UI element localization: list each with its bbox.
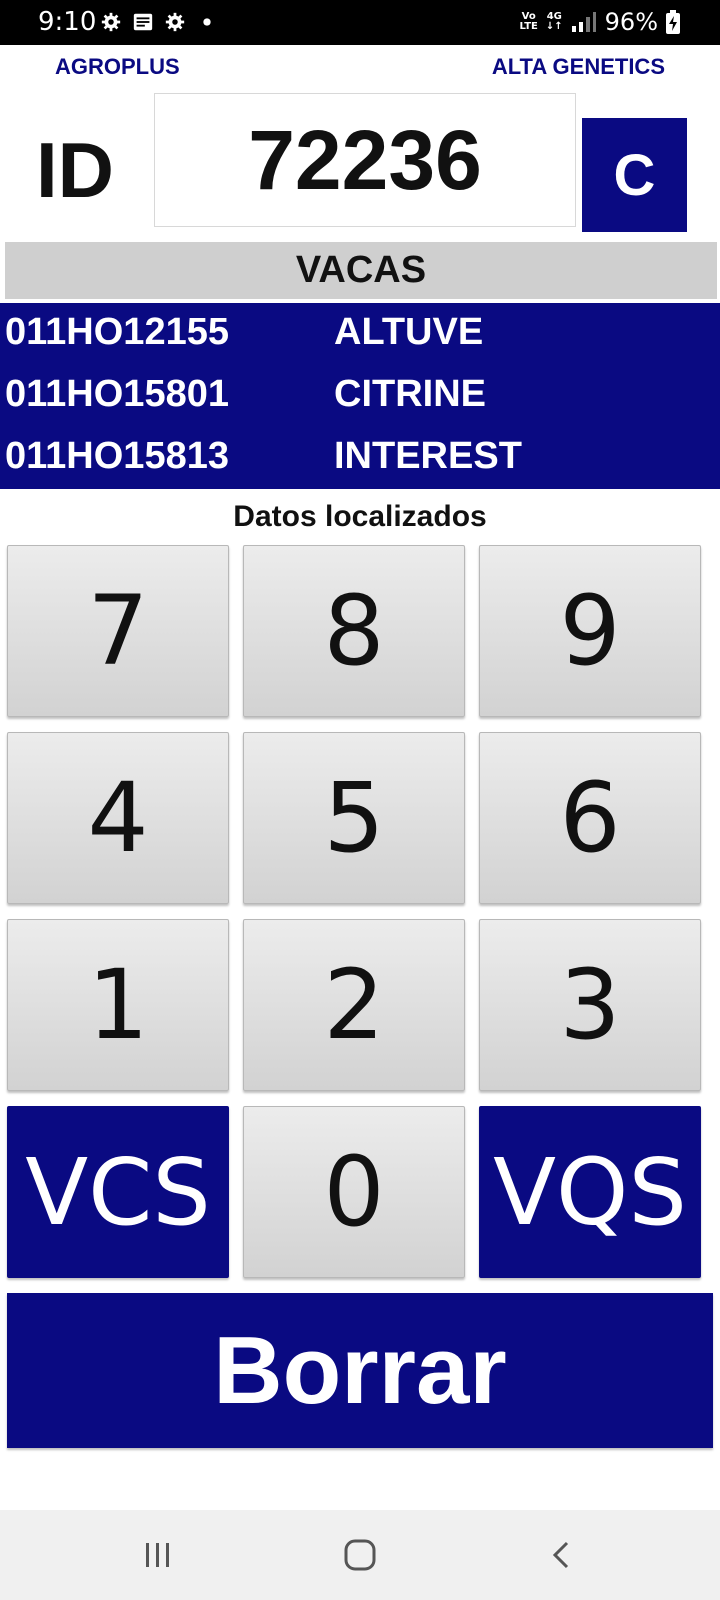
key-7[interactable]: 7 — [7, 545, 229, 717]
back-icon[interactable] — [540, 1533, 584, 1577]
status-time: 9:10 — [38, 7, 97, 37]
navigation-bar — [0, 1510, 720, 1600]
key-0[interactable]: 0 — [243, 1106, 465, 1278]
message-icon — [133, 13, 153, 31]
list-item[interactable]: 011HO15813 INTEREST — [0, 427, 720, 489]
gear-icon — [101, 12, 121, 32]
results-list: 011HO12155 ALTUVE 011HO15801 CITRINE 011… — [0, 303, 720, 489]
system-status: Vo LTE 4G ↓↑ 96% — [520, 6, 680, 38]
key-5[interactable]: 5 — [243, 732, 465, 904]
gear-icon — [165, 12, 185, 32]
section-title: VACAS — [5, 242, 717, 299]
key-6[interactable]: 6 — [479, 732, 701, 904]
bull-code: 011HO12155 — [5, 311, 229, 353]
battery-charging-icon — [666, 10, 680, 34]
bull-name: CITRINE — [334, 373, 486, 415]
key-3[interactable]: 3 — [479, 919, 701, 1091]
dot-icon — [203, 18, 211, 26]
id-input[interactable]: 72236 — [154, 93, 576, 227]
bull-name: ALTUVE — [334, 311, 484, 353]
mobile-data-indicator: 4G ↓↑ — [545, 11, 563, 32]
key-8[interactable]: 8 — [243, 545, 465, 717]
key-9[interactable]: 9 — [479, 545, 701, 717]
key-1[interactable]: 1 — [7, 919, 229, 1091]
brand-agroplus: AGROPLUS — [55, 54, 180, 79]
brand-alta-genetics: ALTA GENETICS — [491, 54, 665, 79]
signal-icon — [571, 12, 596, 32]
vqs-button[interactable]: VQS — [479, 1106, 701, 1278]
home-icon[interactable] — [338, 1533, 382, 1577]
bull-code: 011HO15813 — [5, 435, 229, 477]
id-label: ID — [36, 126, 114, 214]
notification-icons — [100, 10, 218, 34]
key-4[interactable]: 4 — [7, 732, 229, 904]
vcs-button[interactable]: VCS — [7, 1106, 229, 1278]
bull-code: 011HO15801 — [5, 373, 229, 415]
volte-indicator: Vo LTE — [519, 11, 538, 32]
bull-name: INTEREST — [334, 435, 522, 477]
status-message: Datos localizados — [233, 500, 487, 533]
list-item[interactable]: 011HO12155 ALTUVE — [0, 303, 720, 365]
status-bar: 9:10 Vo LTE 4G ↓↑ 96% — [0, 0, 720, 45]
list-item[interactable]: 011HO15801 CITRINE — [0, 365, 720, 427]
recent-apps-icon[interactable] — [136, 1533, 180, 1577]
key-2[interactable]: 2 — [243, 919, 465, 1091]
delete-button[interactable]: Borrar — [7, 1293, 713, 1448]
battery-percent: 96% — [604, 8, 658, 36]
clear-button[interactable]: C — [582, 118, 687, 232]
